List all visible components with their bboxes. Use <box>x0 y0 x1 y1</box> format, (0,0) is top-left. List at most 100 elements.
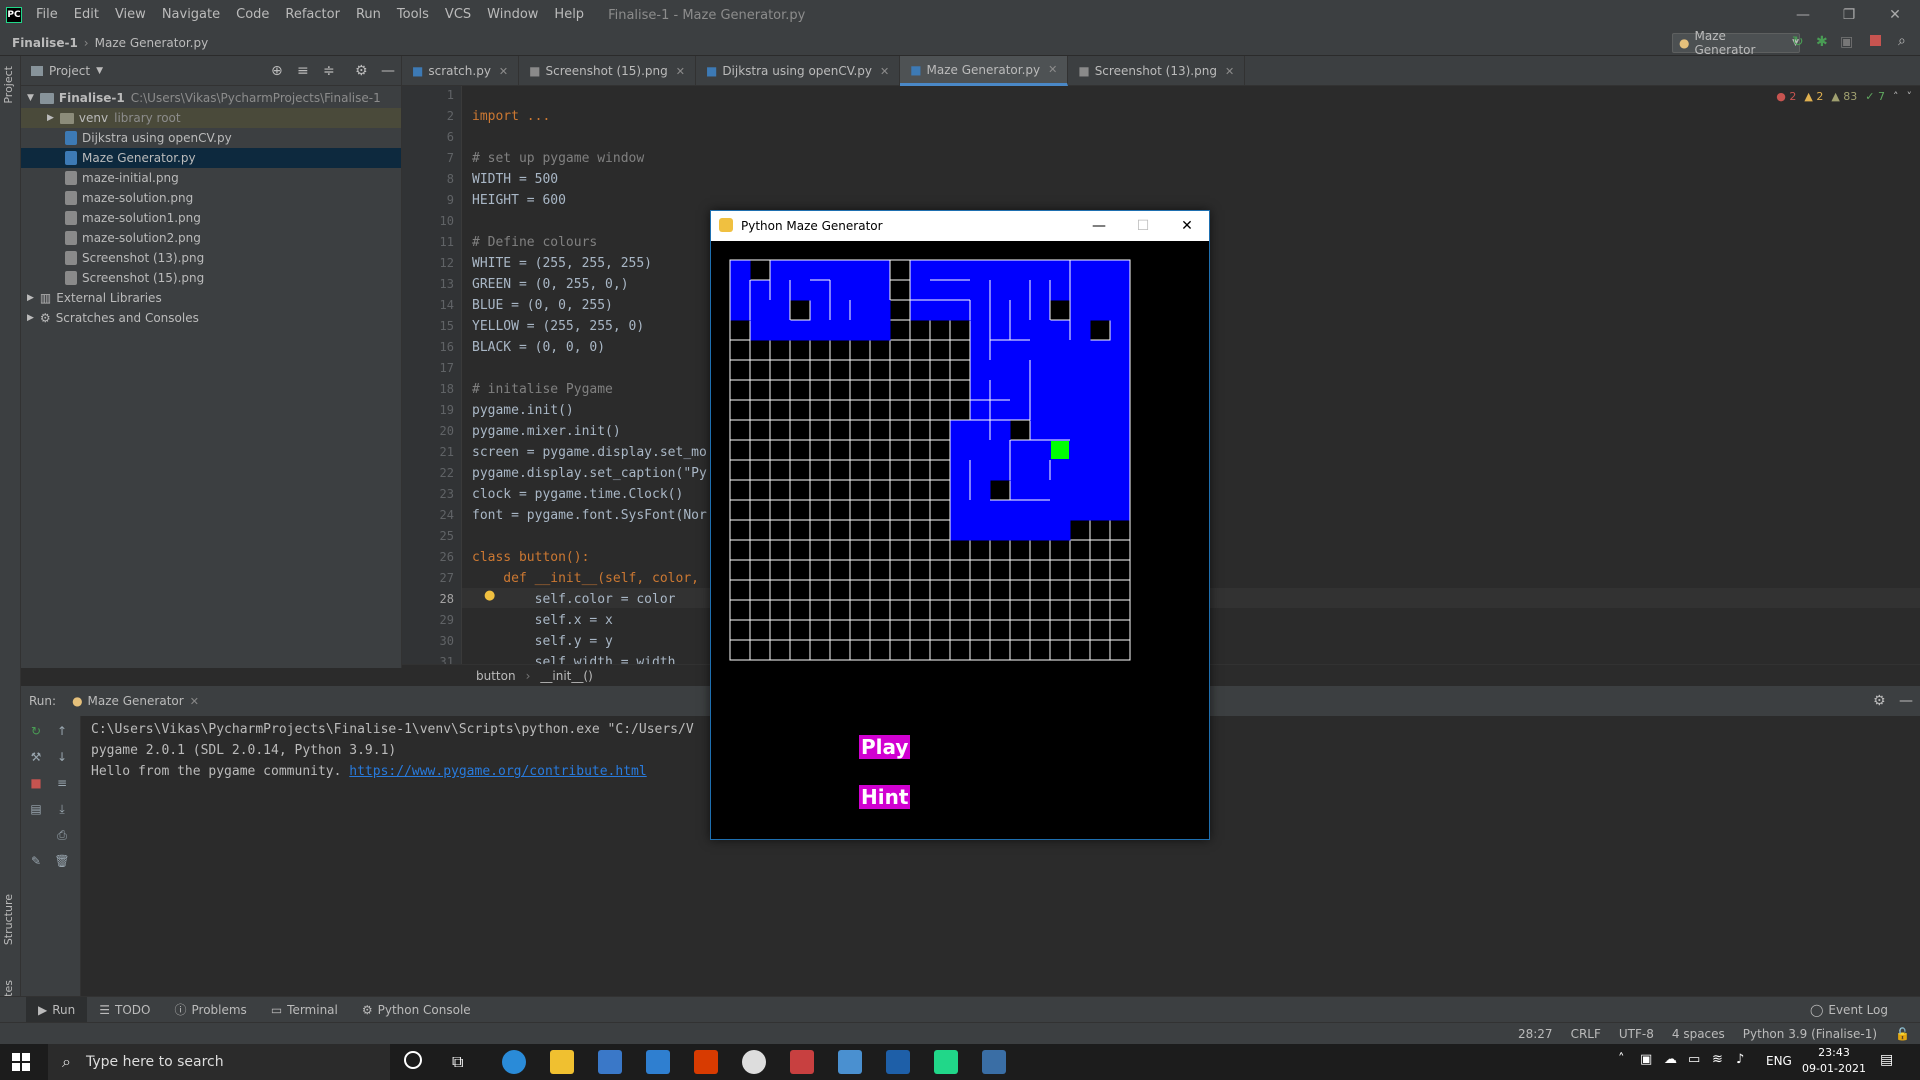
close-icon[interactable]: ✕ <box>499 65 508 78</box>
close-icon[interactable]: ✕ <box>1165 211 1209 241</box>
arrow-down-icon[interactable]: ↓ <box>55 750 69 764</box>
breadcrumb-file[interactable]: Maze Generator.py <box>89 36 215 50</box>
notification-icon[interactable]: ▤ <box>1880 1052 1893 1068</box>
menu-help[interactable]: Help <box>546 0 592 30</box>
python-icon[interactable] <box>982 1050 1006 1074</box>
pygame-link[interactable]: https://www.pygame.org/contribute.html <box>349 764 646 779</box>
menu-vcs[interactable]: VCS <box>437 0 479 30</box>
menu-window[interactable]: Window <box>479 0 546 30</box>
tree-item-scratches[interactable]: ▶ ⚙ Scratches and Consoles <box>21 308 401 328</box>
play-button[interactable]: Play <box>859 735 911 759</box>
minimize-icon[interactable]: — <box>1780 0 1826 30</box>
lock-icon[interactable]: 🔓 <box>1895 1027 1910 1041</box>
onedrive-icon[interactable] <box>742 1050 766 1074</box>
pin-icon[interactable]: ✎ <box>29 854 43 868</box>
mail-icon[interactable] <box>646 1050 670 1074</box>
task-view-icon[interactable]: ⧉ <box>452 1052 463 1072</box>
hide-icon[interactable]: — <box>381 63 395 79</box>
menu-navigate[interactable]: Navigate <box>154 0 228 30</box>
collapse-all-icon[interactable]: ≑ <box>323 63 335 79</box>
chevron-up-icon[interactable]: ˄ <box>1893 90 1899 103</box>
file-encoding[interactable]: UTF-8 <box>1619 1027 1654 1041</box>
menu-run[interactable]: Run <box>348 0 389 30</box>
tab-dijkstra[interactable]: ■ Dijkstra using openCV.py ✕ <box>696 56 901 86</box>
tree-item-venv[interactable]: ▶ venv library root <box>21 108 401 128</box>
coverage-icon[interactable]: ▣ <box>1840 34 1853 50</box>
breadcrumb-class[interactable]: button <box>476 669 516 683</box>
breadcrumb-project[interactable]: Finalise-1 <box>0 36 84 50</box>
close-icon[interactable]: ✕ <box>190 695 199 708</box>
photos-icon[interactable] <box>886 1050 910 1074</box>
tool-tab-run[interactable]: ▶ Run <box>26 996 88 1023</box>
rerun-icon[interactable]: ↻ <box>29 724 43 738</box>
minimize-icon[interactable]: — <box>1077 211 1121 241</box>
menu-tools[interactable]: Tools <box>389 0 437 30</box>
pygame-canvas[interactable]: Play Hint <box>711 241 1209 839</box>
trash-icon[interactable]: 🗑 <box>54 854 69 868</box>
menu-refactor[interactable]: Refactor <box>277 0 348 30</box>
tree-item-file[interactable]: Screenshot (13).png <box>21 248 401 268</box>
project-panel-title[interactable]: Project <box>49 64 90 78</box>
tree-item-file[interactable]: Dijkstra using openCV.py <box>21 128 401 148</box>
run-icon[interactable]: ↻ <box>1792 34 1804 50</box>
close-icon[interactable]: ✕ <box>880 65 889 78</box>
tree-item-file[interactable]: Maze Generator.py <box>21 148 401 168</box>
print-icon[interactable]: ⎙ <box>55 828 69 842</box>
side-tab-project[interactable]: Project <box>2 66 15 104</box>
inspection-indicators[interactable]: ● 2 ▲ 2 ▲ 83 ✓ 7 ˄ ˅ <box>1776 90 1912 103</box>
close-icon[interactable]: ✕ <box>676 65 685 78</box>
tool-tab-todo[interactable]: ☰ TODO <box>87 1003 162 1017</box>
language-indicator[interactable]: ENG <box>1766 1054 1792 1068</box>
tab-screenshot-13[interactable]: ■ Screenshot (13).png ✕ <box>1068 56 1246 86</box>
maximize-icon[interactable]: ☐ <box>1121 211 1165 241</box>
edge-icon[interactable] <box>502 1050 526 1074</box>
wrench-icon[interactable]: ⚒ <box>29 750 43 764</box>
close-icon[interactable]: ✕ <box>1872 0 1918 30</box>
debug-icon[interactable]: ✱ <box>1816 34 1828 50</box>
clock-date[interactable]: 09-01-2021 <box>1800 1062 1868 1075</box>
tool-tab-python-console[interactable]: ⚙ Python Console <box>350 1003 483 1017</box>
run-config-tab[interactable]: Maze Generator <box>88 694 184 708</box>
battery-icon[interactable]: ▭ <box>1688 1052 1700 1067</box>
tree-item-external-libraries[interactable]: ▶ ▥ External Libraries <box>21 288 401 308</box>
tree-item-file[interactable]: Screenshot (15).png <box>21 268 401 288</box>
stop-icon[interactable] <box>1870 35 1881 46</box>
stop-icon[interactable]: ■ <box>29 776 43 790</box>
locate-icon[interactable]: ⊕ <box>271 63 283 79</box>
tab-screenshot-15[interactable]: ■ Screenshot (15).png ✕ <box>519 56 696 86</box>
hide-icon[interactable]: — <box>1899 693 1913 709</box>
volume-icon[interactable]: ♪ <box>1736 1052 1744 1067</box>
hint-button[interactable]: Hint <box>859 785 911 809</box>
chevron-down-icon[interactable]: ▼ <box>96 66 103 76</box>
close-icon[interactable]: ✕ <box>1048 63 1057 76</box>
gear-icon[interactable]: ⚙ <box>1873 693 1886 709</box>
soft-wrap-icon[interactable]: ≡ <box>55 776 69 790</box>
menu-code[interactable]: Code <box>228 0 277 30</box>
layout-icon[interactable]: ▤ <box>29 802 43 816</box>
cortana-icon[interactable] <box>404 1051 422 1069</box>
side-tab-structure[interactable]: Structure <box>2 894 15 945</box>
caret-position[interactable]: 28:27 <box>1518 1027 1553 1041</box>
tool-tab-terminal[interactable]: ▭ Terminal <box>259 1003 350 1017</box>
pycharm-icon[interactable] <box>934 1050 958 1074</box>
expand-all-icon[interactable]: ≡ <box>297 63 309 79</box>
office-icon[interactable] <box>694 1050 718 1074</box>
python-interpreter[interactable]: Python 3.9 (Finalise-1) <box>1743 1027 1877 1041</box>
tree-root[interactable]: ▼ Finalise-1 C:\Users\Vikas\PycharmProje… <box>21 88 401 108</box>
tree-item-file[interactable]: maze-solution.png <box>21 188 401 208</box>
tray-chevron-up-icon[interactable]: ˄ <box>1618 1052 1625 1067</box>
gear-icon[interactable]: ⚙ <box>355 63 368 79</box>
scroll-to-end-icon[interactable]: ⤓ <box>55 802 69 816</box>
restore-icon[interactable]: ❐ <box>1826 0 1872 30</box>
tree-item-file[interactable]: maze-solution2.png <box>21 228 401 248</box>
cloud-icon[interactable]: ☁ <box>1664 1052 1677 1067</box>
arrow-up-icon[interactable]: ↑ <box>55 724 69 738</box>
document-icon[interactable] <box>838 1050 862 1074</box>
clock-time[interactable]: 23:43 <box>1804 1046 1864 1059</box>
chrome-icon[interactable] <box>790 1050 814 1074</box>
search-icon[interactable]: ⌕ <box>1898 33 1906 49</box>
close-icon[interactable]: ✕ <box>1225 65 1234 78</box>
tab-maze-generator[interactable]: ■ Maze Generator.py ✕ <box>900 56 1069 86</box>
tree-item-file[interactable]: maze-solution1.png <box>21 208 401 228</box>
tool-tab-problems[interactable]: ⓘ Problems <box>162 1001 258 1018</box>
